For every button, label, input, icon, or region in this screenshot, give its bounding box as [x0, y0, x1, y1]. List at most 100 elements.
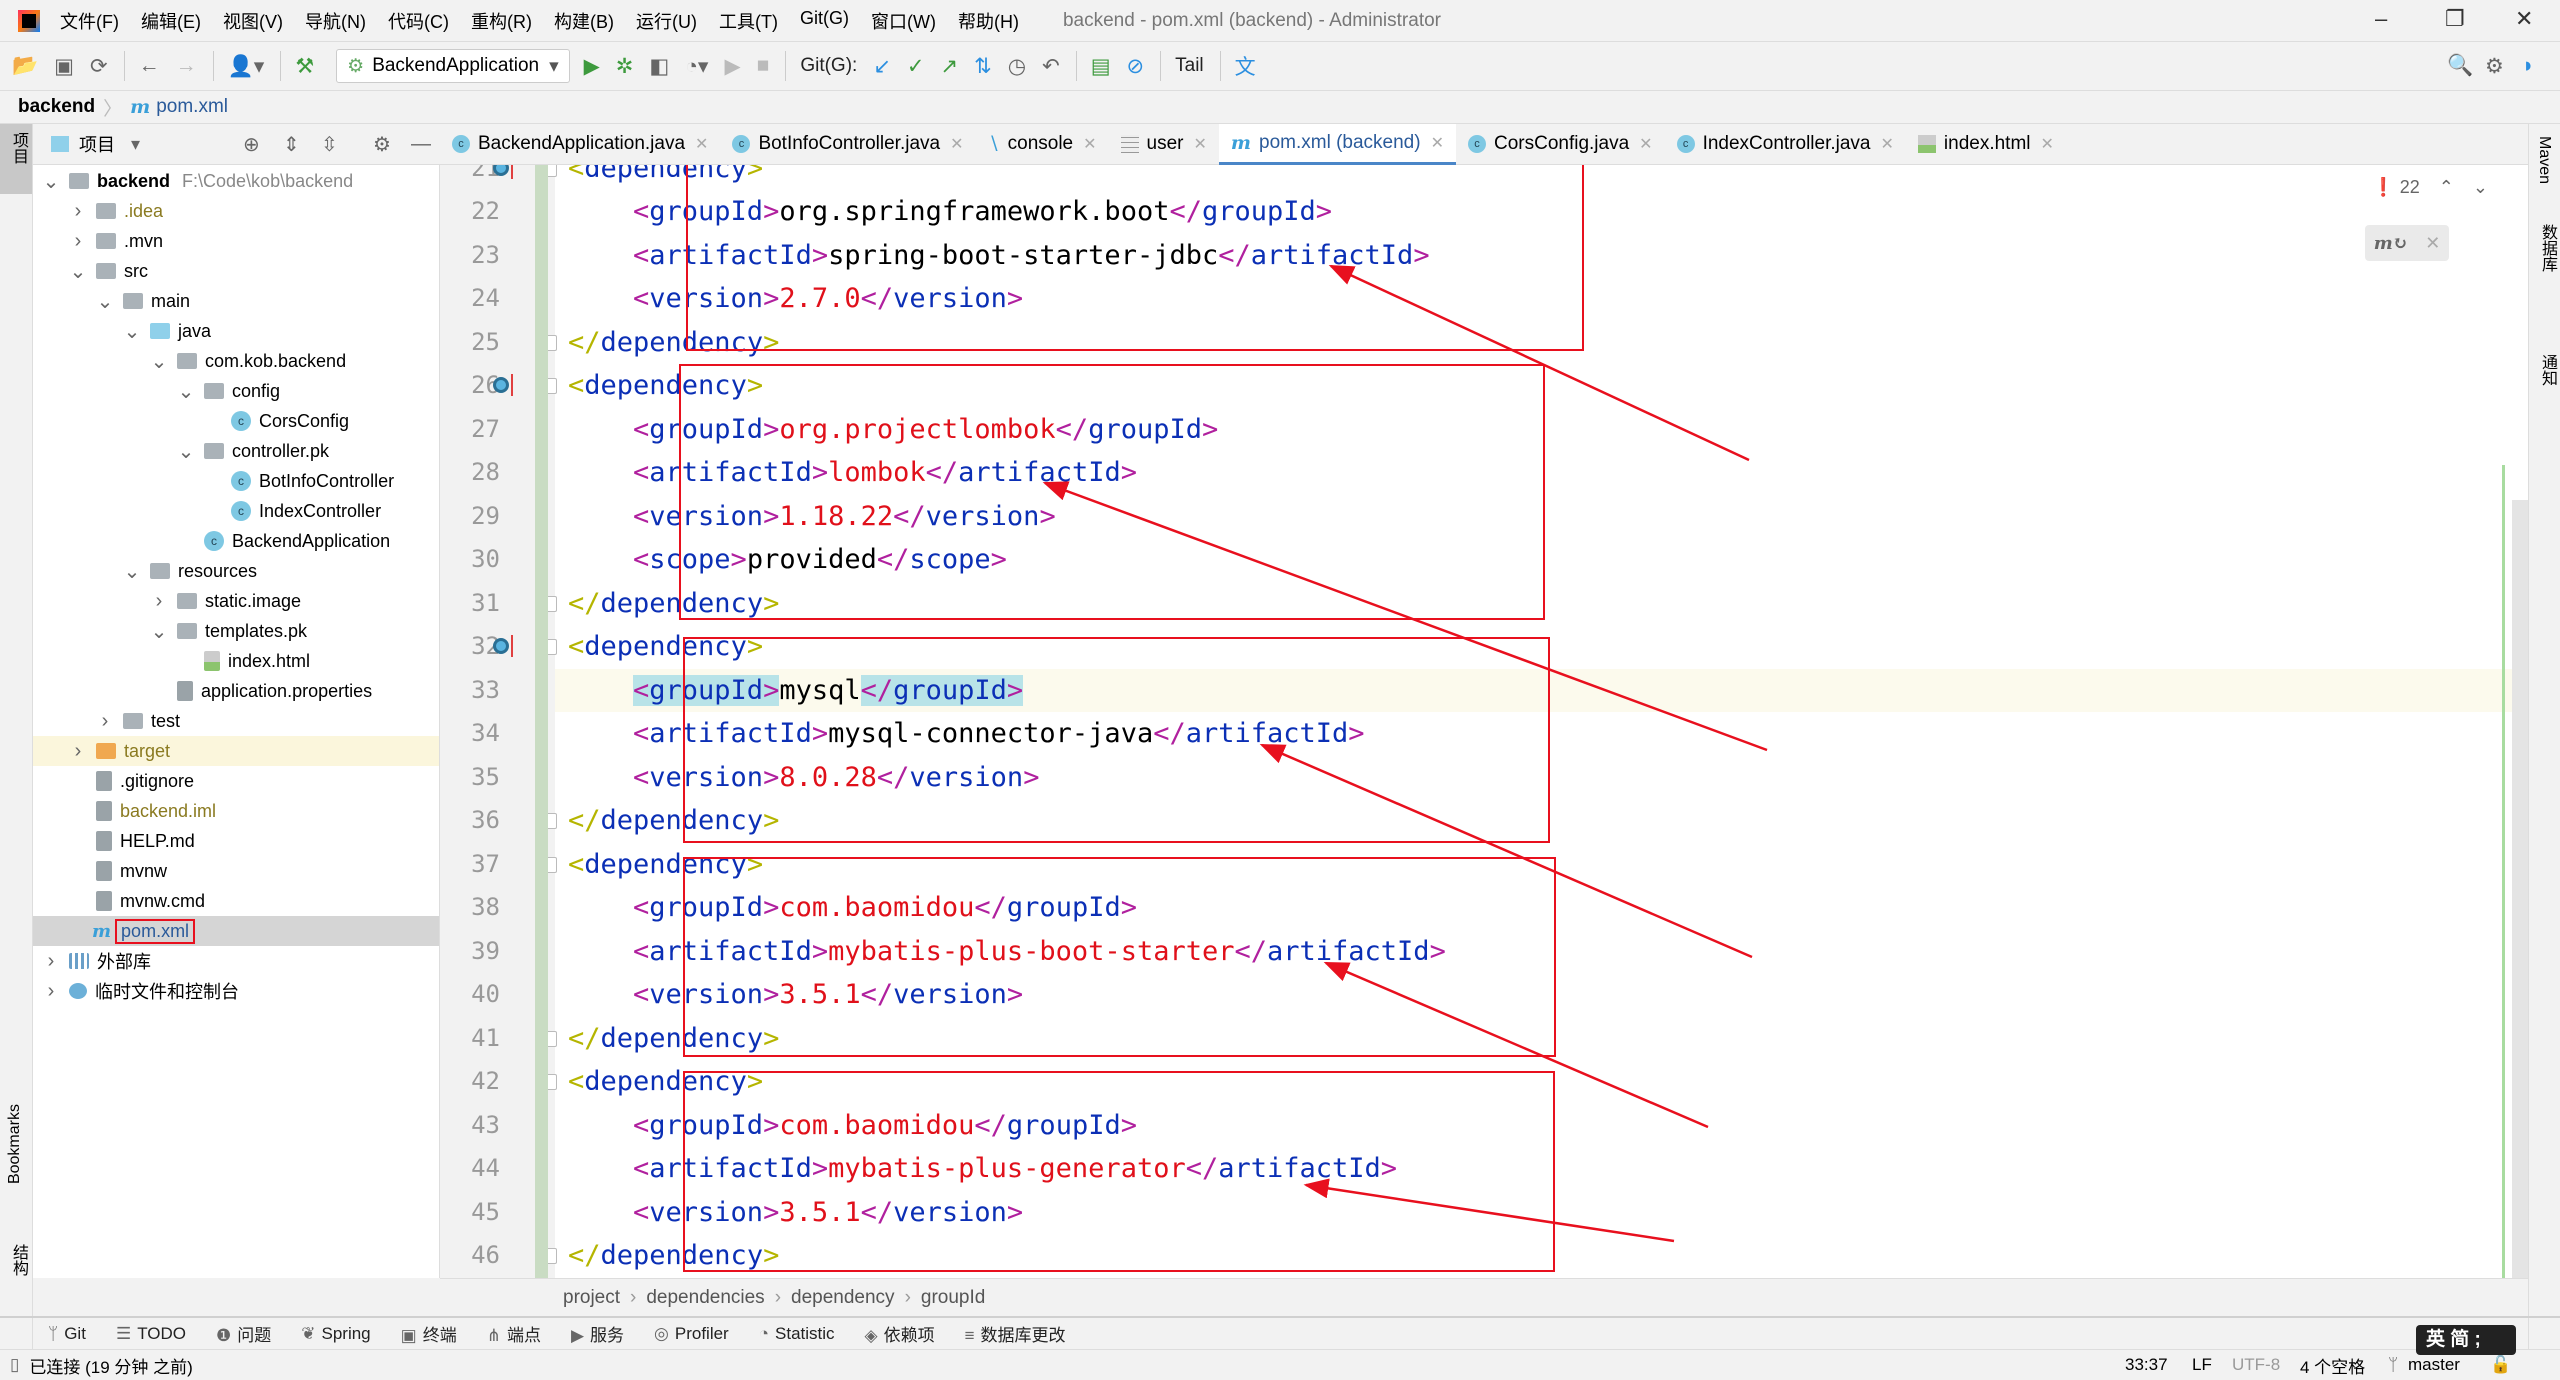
status-message[interactable]: 已连接 (19 分钟 之前) — [29, 1353, 192, 1378]
menu-item[interactable]: 重构(R) — [471, 8, 532, 34]
maven-tool-button[interactable]: Maven — [2535, 136, 2553, 184]
build-hammer-icon[interactable]: ⚒ — [295, 54, 314, 79]
minimize-button[interactable]: – — [2375, 6, 2387, 32]
tree-item[interactable]: ⌄ controller.pk — [33, 436, 439, 466]
tab-indexcontroller-java[interactable]: c IndexController.java ✕ — [1665, 124, 1906, 165]
chevron-down-icon[interactable]: ⌄ — [176, 379, 196, 404]
git-branch[interactable]: master — [2408, 1355, 2460, 1375]
breadcrumb-item[interactable]: groupId — [921, 1287, 985, 1309]
tab-index-html[interactable]: index.html ✕ — [1906, 124, 2066, 165]
close-icon[interactable]: ✕ — [1431, 133, 1444, 153]
chevron-right-icon[interactable]: › — [41, 980, 61, 1003]
code-editor[interactable]: 21 22 23 24 25 26 27 28 29 30 31 32 33 34 35 36 37 38 39 40… — [440, 165, 2528, 1278]
close-icon[interactable]: ✕ — [1194, 134, 1207, 154]
chevron-right-icon[interactable]: › — [95, 710, 115, 733]
tree-item[interactable]: mvnw — [33, 856, 439, 886]
breadcrumb-item[interactable]: dependencies — [646, 1287, 764, 1309]
line-separator[interactable]: LF — [2192, 1355, 2212, 1375]
tree-item[interactable]: › static.image — [33, 586, 439, 616]
collapse-all-icon[interactable]: ⇳ — [321, 132, 338, 157]
menu-item[interactable]: 构建(B) — [554, 8, 614, 34]
tree-item[interactable]: ⌄ resources — [33, 556, 439, 586]
tab-console[interactable]: ∖ console ✕ — [976, 124, 1109, 165]
breadcrumb-item[interactable]: dependency — [791, 1287, 895, 1309]
file-encoding[interactable]: UTF-8 — [2232, 1355, 2280, 1375]
tool-tab-依赖项[interactable]: ◈ 依赖项 — [865, 1321, 935, 1346]
sync-icon[interactable]: ⟳ — [90, 54, 108, 79]
tool-tab-todo[interactable]: ☰ TODO — [116, 1324, 186, 1344]
tab-corsconfig-java[interactable]: c CorsConfig.java ✕ — [1456, 124, 1665, 165]
tree-item[interactable]: backend.iml — [33, 796, 439, 826]
tree-item[interactable]: c BotInfoController — [33, 466, 439, 496]
close-icon[interactable]: ✕ — [1881, 134, 1894, 154]
tool-tab-数据库更改[interactable]: ≡ 数据库更改 — [965, 1321, 1066, 1346]
tool-tab-问题[interactable]: ❶ 问题 — [216, 1321, 271, 1346]
tree-item[interactable]: ⌄ src — [33, 256, 439, 286]
tree-item[interactable]: index.html — [33, 646, 439, 676]
locate-icon[interactable]: ⊕ — [243, 132, 260, 157]
gear-icon[interactable]: ⚙ — [2485, 54, 2504, 79]
indent-setting[interactable]: 4 个空格 — [2300, 1353, 2365, 1378]
user-icon[interactable]: 👤▾ — [228, 54, 265, 79]
tree-item[interactable]: › 临时文件和控制台 — [33, 976, 439, 1006]
menu-item[interactable]: 窗口(W) — [871, 8, 936, 34]
tree-item[interactable]: .gitignore — [33, 766, 439, 796]
project-panel-title[interactable]: 项目 — [79, 131, 115, 157]
close-icon[interactable]: ✕ — [1083, 134, 1096, 154]
tree-item[interactable]: ⌄ java — [33, 316, 439, 346]
hide-icon[interactable]: — — [411, 133, 431, 156]
nav-project[interactable]: backend — [18, 96, 95, 118]
restore-button[interactable]: ❐ — [2445, 6, 2465, 32]
caret-position[interactable]: 33:37 — [2125, 1355, 2168, 1375]
menu-item[interactable]: 文件(F) — [60, 8, 119, 34]
run-disabled-icon[interactable]: ▶ — [724, 54, 740, 79]
git-push-icon[interactable]: ↗ — [941, 54, 959, 79]
tool-tab-服务[interactable]: ▶ 服务 — [571, 1321, 624, 1346]
lock-icon[interactable]: 🔓 — [2490, 1355, 2511, 1375]
tree-item[interactable]: ⌄ main — [33, 286, 439, 316]
tab-botinfocontroller-java[interactable]: c BotInfoController.java ✕ — [720, 124, 975, 165]
chevron-down-icon[interactable]: ⌄ — [41, 169, 61, 194]
run-icon[interactable]: ▶ — [584, 54, 600, 79]
tree-item[interactable]: ⌄ config — [33, 376, 439, 406]
chevron-down-icon[interactable]: ⌄ — [149, 619, 169, 644]
run-config-select[interactable]: ⚙ BackendApplication ▾ — [336, 49, 570, 83]
tool-tab-端点[interactable]: ⋔ 端点 — [487, 1321, 541, 1346]
tree-item[interactable]: ⌄ com.kob.backend — [33, 346, 439, 376]
chevron-down-icon[interactable]: ⌄ — [176, 439, 196, 464]
chevron-down-icon[interactable]: ⌄ — [122, 559, 142, 584]
chevron-down-icon[interactable]: ⌄ — [95, 289, 115, 314]
close-icon[interactable]: ✕ — [695, 134, 708, 154]
tool-tab-statistic[interactable]: ◔ Statistic — [759, 1324, 835, 1344]
tree-item[interactable]: › target — [33, 736, 439, 766]
tab-pom-xml-backend-[interactable]: m pom.xml (backend) ✕ — [1218, 123, 1456, 165]
structure-tool-button[interactable]: 结构 — [6, 1244, 30, 1276]
disable-icon[interactable]: ⊘ — [1127, 54, 1145, 79]
tree-item[interactable]: mvnw.cmd — [33, 886, 439, 916]
menu-item[interactable]: 工具(T) — [719, 8, 778, 34]
tree-item[interactable]: ⌄ templates.pk — [33, 616, 439, 646]
chevron-right-icon[interactable]: › — [68, 230, 88, 253]
tree-item[interactable]: c BackendApplication — [33, 526, 439, 556]
tree-item[interactable]: › .mvn — [33, 226, 439, 256]
close-icon[interactable]: ✕ — [1639, 134, 1652, 154]
tree-item[interactable]: c IndexController — [33, 496, 439, 526]
stop-icon[interactable]: ■ — [757, 54, 770, 78]
menu-item[interactable]: 帮助(H) — [958, 8, 1019, 34]
rollback-icon[interactable]: ↶ — [1042, 54, 1060, 79]
bookmarks-tool-button[interactable]: Bookmarks — [6, 1104, 24, 1184]
save-icon[interactable]: ▣ — [54, 54, 74, 79]
chevron-down-icon[interactable]: ⌄ — [122, 319, 142, 344]
git-pull-icon[interactable]: ⇅ — [974, 54, 992, 79]
menu-item[interactable]: Git(G) — [800, 8, 849, 34]
forward-icon[interactable]: → — [176, 54, 197, 78]
menu-item[interactable]: 代码(C) — [388, 8, 449, 34]
tree-item[interactable]: HELP.md — [33, 826, 439, 856]
jetbrains-toolbox-icon[interactable]: ◗ — [2522, 54, 2535, 78]
chevron-right-icon[interactable]: › — [68, 740, 88, 763]
chevron-right-icon[interactable]: › — [68, 200, 88, 223]
tail-button[interactable]: Tail — [1175, 55, 1204, 77]
close-button[interactable]: ✕ — [2515, 6, 2533, 32]
translate-icon[interactable]: 文 — [1235, 51, 1256, 81]
open-icon[interactable]: 📂 — [12, 54, 38, 78]
